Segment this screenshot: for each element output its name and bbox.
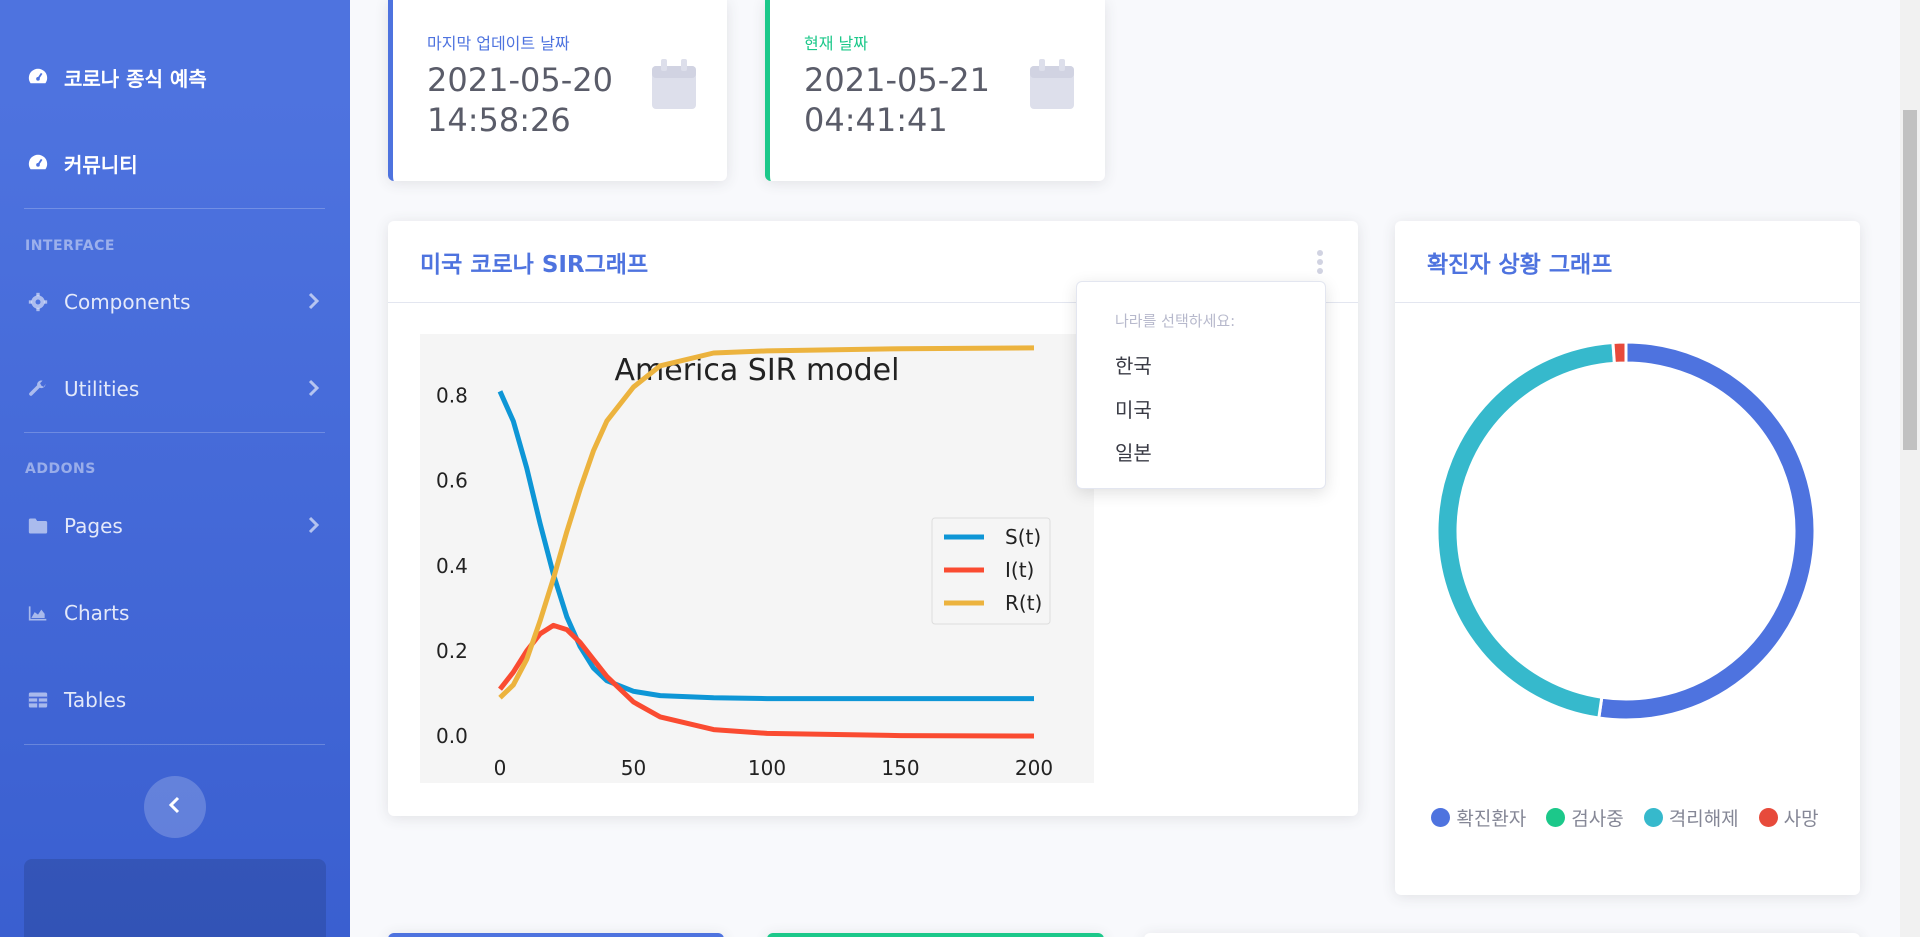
legend-label: 격리해제 (1668, 808, 1739, 830)
sidebar-heading-addons: ADDONS (25, 461, 96, 477)
x-tick-label: 200 (1015, 756, 1053, 780)
legend-label: 검사중 (1571, 808, 1624, 830)
sidebar: 코로나 종식 예측 커뮤니티 INTERFACE Components Util… (0, 0, 350, 937)
legend-label: I(t) (1005, 558, 1034, 582)
sidebar-item-label: Components (64, 290, 191, 314)
y-tick-label: 0.2 (436, 639, 468, 663)
more-vertical-icon[interactable] (1316, 249, 1324, 279)
chevron-right-icon (308, 292, 320, 314)
y-tick-label: 0.4 (436, 554, 468, 578)
legend-dot (1546, 808, 1566, 827)
sidebar-item-community[interactable]: 커뮤니티 (0, 133, 350, 193)
stat-value: 2021-05-20 14:58:26 (427, 61, 613, 139)
stat-label: 현재 날짜 (804, 34, 868, 53)
calendar-icon (1029, 58, 1075, 114)
dropdown-item-japan[interactable]: 일본 (1115, 437, 1152, 466)
stat-label: 마지막 업데이트 날짜 (427, 34, 570, 53)
chevron-right-icon (308, 379, 320, 401)
stat-card-current-date: 현재 날짜 2021-05-21 04:41:41 (765, 0, 1105, 181)
sidebar-item-label: 커뮤니티 (64, 152, 138, 177)
table-icon (26, 688, 50, 712)
legend-dot (1643, 808, 1663, 827)
sir-line-chart: America SIR model0.00.20.40.60.80 50 100 15… (420, 334, 1094, 783)
confirmed-status-card: 확진자 상황 그래프 (1395, 221, 1860, 895)
donut-slice[interactable] (1611, 340, 1628, 366)
sidebar-divider (24, 432, 325, 433)
legend-label: 확진환자 (1456, 808, 1527, 830)
dropdown-header: 나라를 선택하세요: (1115, 312, 1236, 330)
sidebar-item-tables[interactable]: Tables (0, 670, 350, 730)
y-tick-label: 0.6 (436, 469, 468, 493)
y-tick-label: 0.8 (436, 384, 468, 408)
card-partial (1144, 933, 1860, 937)
stat-value: 2021-05-21 04:41:41 (804, 61, 990, 139)
legend-entry[interactable]: 검사중 (1546, 804, 1624, 831)
donut-legend: 확진환자 검사중 격리해제 사망 (1395, 804, 1855, 831)
donut-slice[interactable] (1597, 340, 1817, 722)
sidebar-divider (24, 208, 325, 209)
card-title: 확진자 상황 그래프 (1427, 251, 1613, 278)
scrollbar-thumb[interactable] (1903, 110, 1917, 450)
sidebar-promo-card (24, 859, 326, 937)
chart-legend: S(t) I(t) R(t) (931, 517, 1051, 625)
dropdown-item-usa[interactable]: 미국 (1115, 394, 1152, 423)
legend-label: R(t) (1005, 591, 1042, 615)
stat-card-partial (767, 933, 1104, 937)
folder-icon (26, 514, 50, 538)
legend-entry[interactable]: 사망 (1758, 804, 1819, 831)
calendar-icon (651, 58, 697, 114)
donut-chart (1435, 340, 1817, 722)
x-tick-label: 100 (748, 756, 786, 780)
x-tick-label: 50 (621, 756, 646, 780)
chevron-left-icon (168, 796, 182, 818)
x-tick-label: 0 (494, 756, 507, 780)
dropdown-item-korea[interactable]: 한국 (1115, 350, 1152, 379)
sidebar-item-label: 코로나 종식 예측 (64, 66, 207, 91)
legend-entry[interactable]: 확진환자 (1431, 804, 1526, 831)
wrench-icon (26, 377, 50, 401)
legend-label: S(t) (1005, 525, 1041, 549)
area-chart-icon (26, 601, 50, 625)
sidebar-item-charts[interactable]: Charts (0, 583, 350, 643)
stat-card-partial (388, 933, 724, 937)
x-tick-label: 150 (881, 756, 919, 780)
sidebar-item-label: Utilities (64, 377, 140, 401)
gear-icon (26, 290, 50, 314)
card-header: 확진자 상황 그래프 (1395, 221, 1860, 303)
sidebar-toggle-button[interactable] (144, 776, 206, 838)
sidebar-item-label: Pages (64, 514, 123, 538)
country-dropdown-menu: 나라를 선택하세요: 한국 미국 일본 (1076, 281, 1326, 489)
sidebar-item-label: Charts (64, 601, 130, 625)
legend-entry[interactable]: 격리해제 (1643, 804, 1739, 831)
sidebar-item-pages[interactable]: Pages (0, 496, 350, 556)
tachometer-icon (26, 65, 50, 89)
tachometer-icon (26, 151, 50, 175)
stat-card-last-update: 마지막 업데이트 날짜 2021-05-20 14:58:26 (388, 0, 727, 181)
sidebar-item-utilities[interactable]: Utilities (0, 359, 350, 419)
sidebar-divider (24, 744, 325, 745)
sidebar-item-components[interactable]: Components (0, 272, 350, 332)
sidebar-heading-interface: INTERFACE (25, 238, 115, 254)
y-tick-label: 0.0 (436, 724, 468, 748)
legend-dot (1431, 808, 1451, 827)
legend-label: 사망 (1783, 808, 1819, 830)
donut-slice[interactable] (1435, 340, 1616, 720)
legend-dot (1758, 808, 1778, 827)
sidebar-item-label: Tables (64, 688, 127, 712)
card-title: 미국 코로나 SIR그래프 (420, 251, 649, 278)
chevron-right-icon (308, 516, 320, 538)
sidebar-item-corona-prediction[interactable]: 코로나 종식 예측 (0, 47, 350, 107)
